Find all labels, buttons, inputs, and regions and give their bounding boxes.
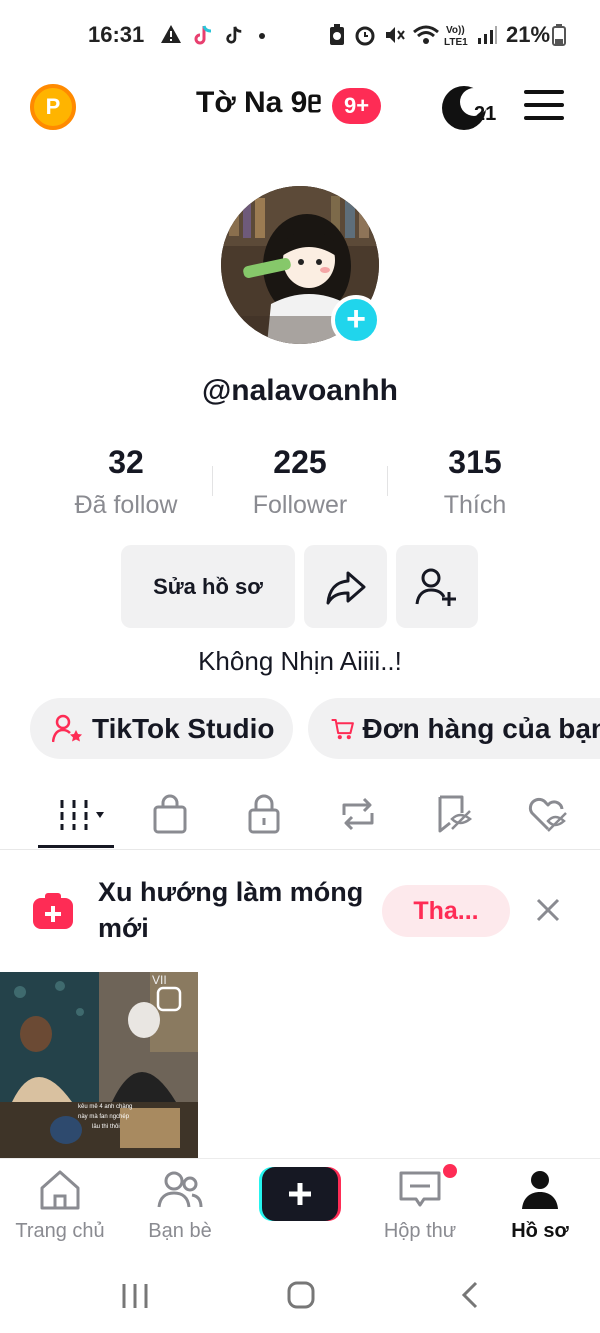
tab-private[interactable] bbox=[240, 790, 288, 838]
coins-button[interactable]: P bbox=[30, 84, 76, 130]
bookmark-hidden-icon bbox=[438, 795, 473, 833]
orders-button[interactable]: Đơn hàng của bạn bbox=[308, 698, 600, 759]
plus-icon: + bbox=[346, 300, 366, 338]
battery-saver-icon bbox=[330, 24, 344, 45]
following-label: Đã follow bbox=[74, 491, 178, 519]
tiktok-notification-icon bbox=[194, 25, 212, 45]
followers-count: 225 bbox=[273, 444, 327, 480]
battery-icon bbox=[552, 24, 566, 46]
back-icon[interactable] bbox=[460, 1280, 480, 1310]
videos-grid-icon bbox=[60, 800, 104, 830]
active-tab-indicator bbox=[38, 845, 114, 848]
recent-apps-icon[interactable] bbox=[120, 1282, 150, 1310]
edit-profile-label: Sửa hồ sơ bbox=[153, 573, 263, 599]
content-tabs bbox=[0, 780, 600, 850]
add-person-icon bbox=[415, 568, 456, 606]
following-count: 32 bbox=[108, 444, 144, 480]
likes-label: Thích bbox=[443, 491, 507, 519]
nav-home-label: Trang chủ bbox=[15, 1220, 105, 1242]
studio-person-star-icon bbox=[52, 714, 82, 742]
shopping-bag-icon bbox=[153, 794, 187, 834]
video-thumbnail[interactable]: VII kêu mê 4 anh chàng này mà fan ngchép… bbox=[0, 972, 198, 1158]
add-post-icon bbox=[33, 893, 73, 929]
edit-profile-button[interactable]: Sửa hồ sơ bbox=[121, 545, 295, 628]
tab-shop[interactable] bbox=[146, 790, 194, 838]
thumbnail-decor-text: VII bbox=[152, 973, 167, 987]
home-button-icon[interactable] bbox=[286, 1280, 316, 1310]
profile-username[interactable]: Tờ Na 9ᥱ bbox=[196, 86, 322, 120]
create-button[interactable] bbox=[259, 1167, 341, 1221]
warning-icon bbox=[161, 25, 181, 43]
caption-line-2: này mà fan ngchép bbox=[78, 1114, 130, 1120]
coin-icon: P bbox=[45, 94, 61, 119]
nav-home[interactable]: Trang chủ bbox=[0, 1169, 120, 1243]
streak-count: 21 bbox=[474, 103, 497, 125]
banner-join-button[interactable]: Tha... bbox=[382, 885, 510, 937]
tab-favorites[interactable] bbox=[430, 790, 478, 838]
likes-stat[interactable]: 315 Thích bbox=[388, 444, 562, 520]
status-time: 16:31 bbox=[88, 22, 145, 47]
inbox-unread-dot bbox=[443, 1164, 457, 1178]
dot-icon bbox=[259, 33, 265, 39]
profile-icon bbox=[522, 1171, 558, 1209]
profile-handle: @nalavoanhh bbox=[202, 374, 398, 407]
tab-reposts[interactable] bbox=[334, 790, 382, 838]
nav-inbox[interactable]: Hộp thư bbox=[360, 1169, 480, 1243]
following-stat[interactable]: 32 Đã follow bbox=[39, 444, 213, 520]
nav-friends[interactable]: Bạn bè bbox=[120, 1169, 240, 1243]
heart-hidden-icon bbox=[528, 797, 567, 832]
tiktok-studio-label: TikTok Studio bbox=[92, 712, 275, 744]
nav-profile[interactable]: Hồ sơ bbox=[480, 1169, 600, 1243]
svg-text:Vo)): Vo)) bbox=[446, 25, 465, 36]
close-icon[interactable] bbox=[534, 896, 562, 924]
system-navigation-bar bbox=[0, 1258, 600, 1333]
volte-icon: Vo))LTE1 bbox=[444, 25, 468, 48]
tab-liked[interactable] bbox=[524, 790, 572, 838]
nav-friends-label: Bạn bè bbox=[148, 1220, 212, 1242]
alarm-icon bbox=[355, 26, 375, 46]
orders-label: Đơn hàng của bạn bbox=[362, 712, 600, 744]
caption-line-1: kêu mê 4 anh chàng bbox=[78, 1104, 132, 1110]
add-avatar-button[interactable]: + bbox=[331, 295, 381, 345]
followers-stat[interactable]: 225 Follower bbox=[213, 444, 387, 520]
video-thumbnail-image: VII kêu mê 4 anh chàng này mà fan ngchép… bbox=[0, 972, 198, 1158]
mute-icon bbox=[386, 27, 405, 43]
friends-icon bbox=[157, 1171, 203, 1208]
share-icon bbox=[326, 571, 365, 604]
cart-icon bbox=[331, 718, 354, 739]
nav-profile-label: Hồ sơ bbox=[511, 1220, 569, 1242]
menu-button[interactable] bbox=[524, 90, 564, 124]
notification-badge: 9+ bbox=[332, 88, 382, 124]
status-bar: 16:31 Vo)) LTE1 21% bbox=[0, 0, 600, 70]
banner-title: Xu hướng làm móng mới bbox=[98, 877, 364, 943]
followers-label: Follower bbox=[252, 491, 348, 519]
home-icon bbox=[40, 1170, 80, 1210]
inbox-icon bbox=[399, 1171, 441, 1207]
profile-bio: Không Nhịn Aiiii..! bbox=[198, 646, 402, 676]
share-profile-button[interactable] bbox=[304, 545, 387, 628]
caption-line-3: lâu thì thôi bbox=[92, 1124, 120, 1130]
signal-icon bbox=[478, 26, 497, 44]
lock-icon bbox=[248, 794, 280, 834]
add-friend-button[interactable] bbox=[396, 545, 478, 628]
battery-percentage: 21% bbox=[506, 22, 551, 47]
wifi-icon bbox=[413, 25, 439, 44]
nav-inbox-label: Hộp thư bbox=[383, 1220, 457, 1242]
likes-count: 315 bbox=[448, 444, 502, 480]
tiktok-studio-button[interactable]: TikTok Studio bbox=[30, 698, 293, 759]
svg-text:LTE1: LTE1 bbox=[444, 37, 468, 48]
tab-videos[interactable] bbox=[52, 790, 114, 838]
repost-icon bbox=[342, 797, 374, 831]
tiktok-icon bbox=[226, 26, 242, 44]
